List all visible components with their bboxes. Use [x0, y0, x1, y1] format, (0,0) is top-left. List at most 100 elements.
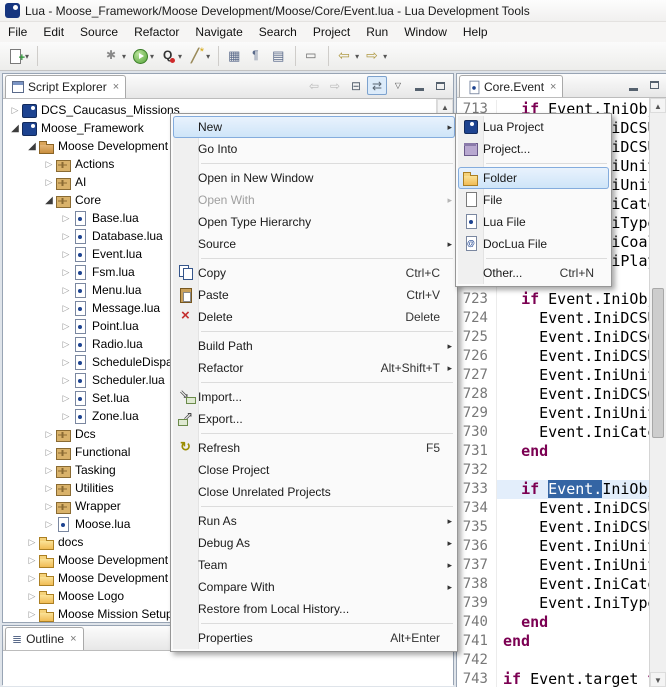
expand-arrow-icon[interactable]: ▷	[26, 537, 38, 548]
forward-button[interactable]: ▾	[362, 45, 390, 67]
back-button[interactable]: ▾	[334, 45, 362, 67]
menu-file[interactable]: File	[0, 22, 35, 42]
menu-item-go-into[interactable]: Go Into	[173, 138, 455, 160]
code-text[interactable]: Event.IniDCSGroupName = Event.IniDCSGrou…	[497, 385, 649, 404]
run-last-tool-button[interactable]: ▾	[185, 45, 213, 67]
code-text[interactable]: if Event.IniObjectCategory == Object.Cat…	[497, 480, 649, 499]
scroll-up-icon[interactable]: ▲	[437, 99, 453, 114]
external-tools-button[interactable]: ▾	[101, 45, 129, 67]
collapse-arrow-icon[interactable]: ◢	[9, 123, 21, 134]
code-text[interactable]: end	[497, 632, 649, 651]
expand-arrow-icon[interactable]: ▷	[43, 447, 55, 458]
expand-arrow-icon[interactable]: ▷	[60, 375, 72, 386]
new-wizard-button[interactable]: ▾	[4, 45, 32, 67]
menu-item-project[interactable]: Project...	[458, 138, 609, 160]
close-icon[interactable]: ×	[550, 81, 556, 93]
expand-arrow-icon[interactable]: ▷	[26, 555, 38, 566]
expand-arrow-icon[interactable]: ▷	[43, 429, 55, 440]
code-text[interactable]: Event.IniDCSUnitName = Event.IniDCSUnit:…	[497, 347, 649, 366]
profile-button[interactable]: ▾	[157, 45, 185, 67]
code-text[interactable]: Event.IniUnit = STATIC:FindByName( Event…	[497, 556, 649, 575]
minimize-button[interactable]	[409, 76, 429, 95]
expand-arrow-icon[interactable]: ▷	[26, 609, 38, 620]
menu-item-compare-with[interactable]: Compare With▸	[173, 576, 455, 598]
menu-project[interactable]: Project	[305, 22, 358, 42]
menu-run[interactable]: Run	[358, 22, 396, 42]
code-text[interactable]: Event.IniDCSUnit = Event.initiator	[497, 309, 649, 328]
scroll-down-icon[interactable]: ▼	[650, 672, 666, 687]
menu-item-open-in-new-window[interactable]: Open in New Window	[173, 167, 455, 189]
expand-arrow-icon[interactable]: ▷	[60, 213, 72, 224]
toggle-block-view-button[interactable]	[268, 45, 290, 67]
menu-search[interactable]: Search	[251, 22, 305, 42]
expand-arrow-icon[interactable]: ▷	[60, 267, 72, 278]
expand-arrow-icon[interactable]: ▷	[9, 105, 21, 116]
menu-help[interactable]: Help	[455, 22, 496, 42]
mark-occurrences-button[interactable]	[301, 45, 323, 67]
tab-script-explorer[interactable]: Script Explorer ×	[5, 75, 126, 98]
menu-item-restore-from-local-history[interactable]: Restore from Local History...	[173, 598, 455, 620]
menu-item-lua-project[interactable]: Lua Project	[458, 116, 609, 138]
expand-arrow-icon[interactable]: ▷	[43, 483, 55, 494]
menu-refactor[interactable]: Refactor	[126, 22, 187, 42]
expand-arrow-icon[interactable]: ▷	[60, 321, 72, 332]
expand-arrow-icon[interactable]: ▷	[60, 393, 72, 404]
tab-core-event[interactable]: Core.Event ×	[459, 75, 563, 97]
menu-edit[interactable]: Edit	[35, 22, 72, 42]
menu-item-properties[interactable]: PropertiesAlt+Enter	[173, 627, 455, 649]
dropdown-arrow-icon[interactable]: ▾	[383, 52, 387, 61]
expand-arrow-icon[interactable]: ▷	[60, 339, 72, 350]
dropdown-arrow-icon[interactable]: ▾	[355, 52, 359, 61]
tab-outline[interactable]: ≣ Outline ×	[5, 627, 84, 650]
dropdown-arrow-icon[interactable]: ▾	[122, 52, 126, 61]
expand-arrow-icon[interactable]: ▷	[60, 249, 72, 260]
code-text[interactable]: Event.IniCategory = Event.IniDCSUnit:get…	[497, 423, 649, 442]
expand-arrow-icon[interactable]: ▷	[43, 177, 55, 188]
menu-item-debug-as[interactable]: Debug As▸	[173, 532, 455, 554]
menu-item-open-type-hierarchy[interactable]: Open Type Hierarchy	[173, 211, 455, 233]
menu-item-close-unrelated-projects[interactable]: Close Unrelated Projects	[173, 481, 455, 503]
expand-arrow-icon[interactable]: ▷	[26, 591, 38, 602]
dropdown-arrow-icon[interactable]: ▾	[25, 52, 29, 61]
code-text[interactable]	[497, 651, 649, 670]
menu-item-lua-file[interactable]: Lua File	[458, 211, 609, 233]
run-button[interactable]: ▾	[129, 45, 157, 67]
menu-source[interactable]: Source	[72, 22, 126, 42]
expand-arrow-icon[interactable]: ▷	[60, 231, 72, 242]
code-text[interactable]: Event.IniTypeName = Event.IniDCSUnit:get…	[497, 594, 649, 613]
menu-item-paste[interactable]: PasteCtrl+V	[173, 284, 455, 306]
expand-arrow-icon[interactable]: ▷	[26, 573, 38, 584]
link-with-editor-button[interactable]: ⇄	[367, 76, 387, 95]
view-menu-button[interactable]: ▽	[388, 76, 408, 95]
expand-arrow-icon[interactable]: ▷	[60, 303, 72, 314]
editor-scrollbar[interactable]: ▲ ▼	[649, 98, 666, 687]
maximize-button[interactable]	[430, 76, 450, 95]
expand-arrow-icon[interactable]: ▷	[43, 159, 55, 170]
expand-arrow-icon[interactable]: ▷	[43, 519, 55, 530]
close-icon[interactable]: ×	[70, 633, 76, 645]
editor-maximize-button[interactable]	[644, 76, 664, 95]
menu-navigate[interactable]: Navigate	[187, 22, 250, 42]
scroll-up-icon[interactable]: ▲	[650, 98, 666, 113]
code-text[interactable]: end	[497, 442, 649, 461]
editor-minimize-button[interactable]	[623, 76, 643, 95]
menu-item-doclua-file[interactable]: DocLua File	[458, 233, 609, 255]
code-text[interactable]: Event.IniCategory = Event.IniDCSUnit:get…	[497, 575, 649, 594]
menu-item-run-as[interactable]: Run As▸	[173, 510, 455, 532]
menu-window[interactable]: Window	[396, 22, 455, 42]
menu-item-file[interactable]: File	[458, 189, 609, 211]
code-text[interactable]: Event.IniDCSUnit = Event.initiator	[497, 499, 649, 518]
menu-item-source[interactable]: Source▸	[173, 233, 455, 255]
code-text[interactable]: Event.IniUnitName = Event.IniDCSUnitName	[497, 366, 649, 385]
code-text[interactable]	[497, 461, 649, 480]
code-text[interactable]: Event.IniUnit = UNIT:FindByName( Event.I…	[497, 404, 649, 423]
menu-item-refresh[interactable]: RefreshF5	[173, 437, 455, 459]
code-text[interactable]: Event.IniUnitName = Event.IniDCSUnitName	[497, 537, 649, 556]
code-text[interactable]: Event.IniDCSUnitName = Event.IniDCSUnit:…	[497, 518, 649, 537]
collapse-all-button[interactable]: ⊟	[346, 76, 366, 95]
collapse-arrow-icon[interactable]: ◢	[26, 141, 38, 152]
expand-arrow-icon[interactable]: ▷	[43, 465, 55, 476]
menu-item-new[interactable]: New▸	[173, 116, 455, 138]
menu-item-team[interactable]: Team▸	[173, 554, 455, 576]
menu-item-export[interactable]: Export...	[173, 408, 455, 430]
